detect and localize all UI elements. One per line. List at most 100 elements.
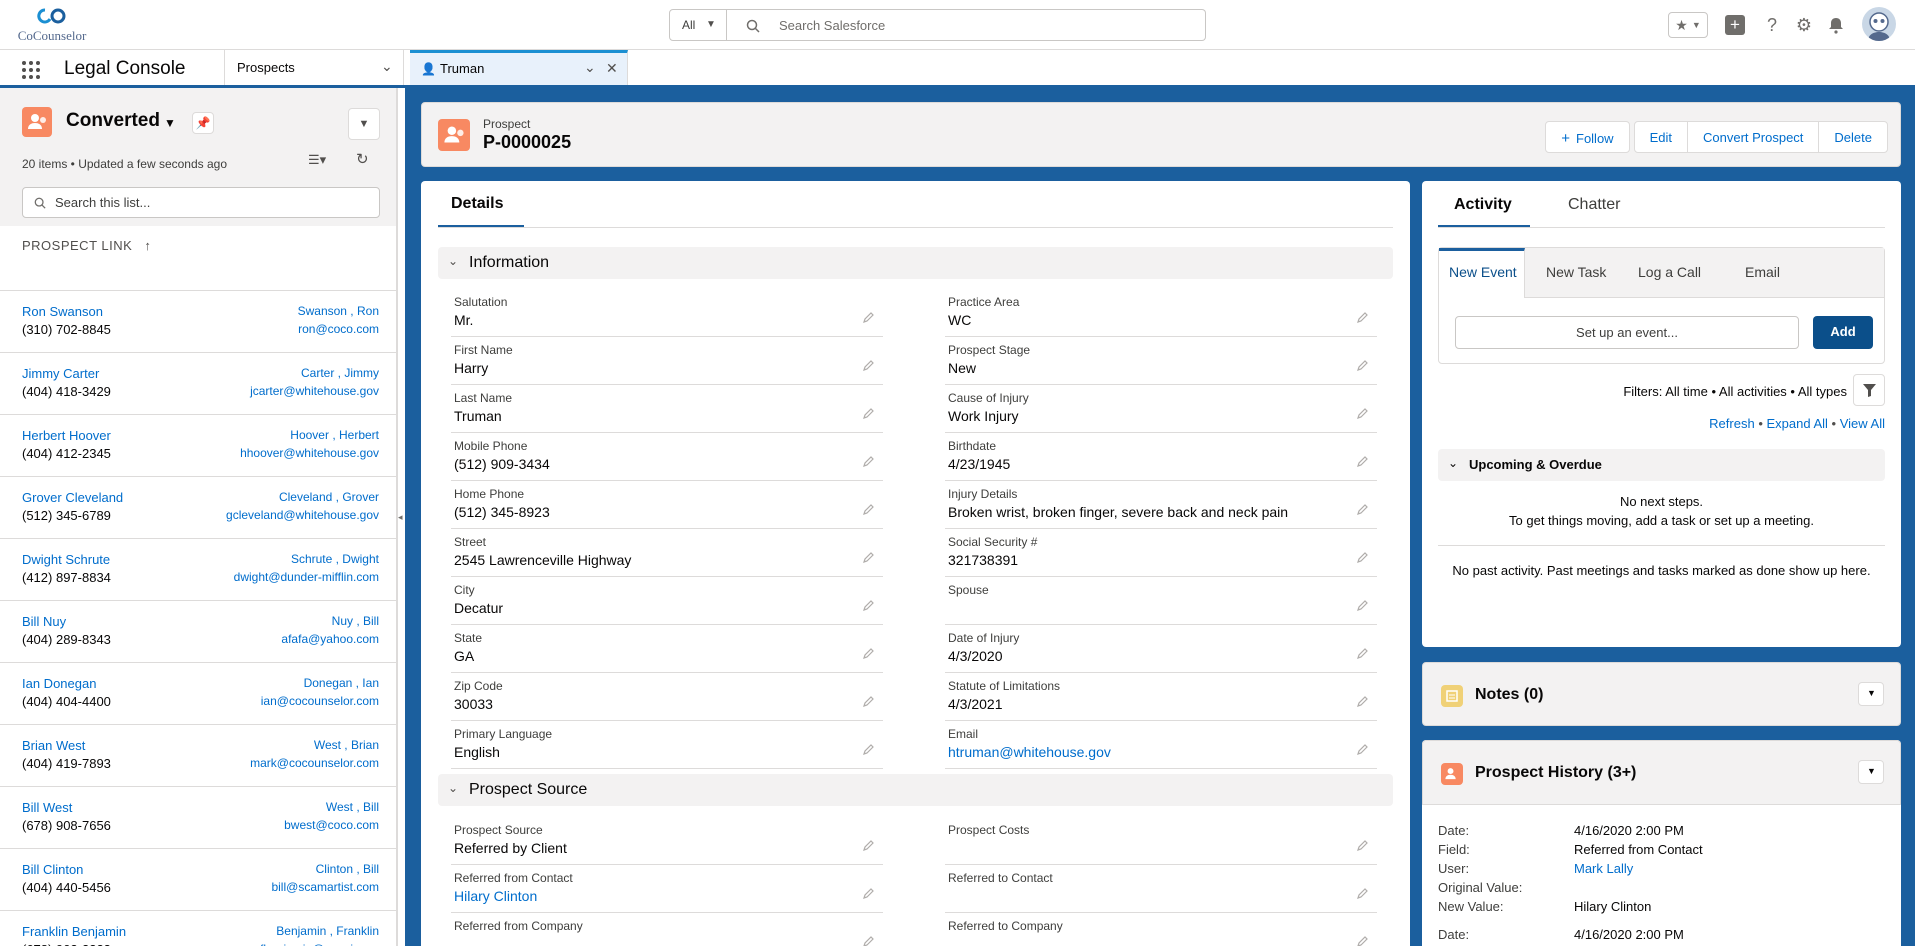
edit-pencil-icon[interactable] [1357,311,1371,325]
edit-pencil-icon[interactable] [863,407,877,421]
follow-button[interactable]: + Follow [1545,121,1630,153]
edit-pencil-icon[interactable] [863,311,877,325]
edit-pencil-icon[interactable] [863,359,877,373]
list-view-title[interactable]: Converted [66,110,160,132]
section-information[interactable]: ⌄ Information [438,247,1393,279]
prospect-last-first-link[interactable]: Swanson , Ron [298,304,379,318]
expand-all-link[interactable]: Expand All [1766,416,1827,431]
favorites-star-icon[interactable]: ★ ▼ [1668,12,1708,38]
delete-button[interactable]: Delete [1818,121,1888,153]
prospect-last-first-link[interactable]: Cleveland , Grover [279,490,379,504]
edit-pencil-icon[interactable] [863,839,877,853]
prospect-name-link[interactable]: Brian West [22,738,85,753]
prospect-last-first-link[interactable]: Schrute , Dwight [291,552,379,566]
view-all-link[interactable]: View All [1840,416,1885,431]
chevron-down-icon[interactable]: ⌄ [381,58,393,75]
prospect-email-link[interactable]: ian@cocounselor.com [261,694,379,708]
list-item[interactable]: Franklin Benjamin (678) 902-2323 Benjamin … [0,910,396,946]
prospect-last-first-link[interactable]: Benjamin , Franklin [276,924,379,938]
notes-title[interactable]: Notes (0) [1475,686,1543,704]
field-value[interactable]: Hilary Clinton [454,888,537,904]
prospect-email-link[interactable]: bwest@coco.com [284,818,379,832]
tab-chevron-down-icon[interactable]: ⌄ [584,59,596,76]
split-view-collapse-handle[interactable]: ◂ [397,88,405,946]
list-item[interactable]: Grover Cleveland (512) 345-6789 Cleveland … [0,476,396,538]
prospect-email-link[interactable]: gcleveland@whitehouse.gov [226,508,379,522]
global-actions-add-icon[interactable]: + [1723,13,1747,37]
convert-prospect-button[interactable]: Convert Prospect [1686,121,1820,153]
prospect-email-link[interactable]: dwight@dunder-mifflin.com [234,570,379,584]
add-event-button[interactable]: Add [1813,316,1873,349]
list-item[interactable]: Herbert Hoover (404) 412-2345 Hoover , Her… [0,414,396,476]
edit-pencil-icon[interactable] [1357,599,1371,613]
prospect-email-link[interactable]: fbenjamin@pepsi.com [260,942,379,946]
prospect-name-link[interactable]: Ron Swanson [22,304,103,319]
display-as-table-icon[interactable]: ☰▾ [308,152,326,168]
list-item[interactable]: Jimmy Carter (404) 418-3429 Carter , Jimmy… [0,352,396,414]
prospect-name-link[interactable]: Bill Nuy [22,614,66,629]
list-item[interactable]: Brian West (404) 419-7893 West , Brian mark… [0,724,396,786]
prospect-last-first-link[interactable]: Carter , Jimmy [301,366,379,380]
edit-pencil-icon[interactable] [863,599,877,613]
edit-pencil-icon[interactable] [1357,359,1371,373]
upcoming-overdue-section[interactable]: ⌄ Upcoming & Overdue [1438,449,1885,481]
edit-pencil-icon[interactable] [1357,455,1371,469]
prospect-last-first-link[interactable]: Hoover , Herbert [290,428,379,442]
tab-activity[interactable]: Activity [1438,181,1530,228]
list-item[interactable]: Bill Nuy (404) 289-8343 Nuy , Bill afafa@ya… [0,600,396,662]
list-item[interactable]: Ron Swanson (310) 702-8845 Swanson , Ron ro… [0,290,396,352]
edit-pencil-icon[interactable] [1357,743,1371,757]
edit-pencil-icon[interactable] [1357,695,1371,709]
list-item[interactable]: Bill Clinton (404) 440-5456 Clinton , Bill… [0,848,396,910]
prospect-name-link[interactable]: Dwight Schrute [22,552,110,567]
user-avatar[interactable] [1862,7,1896,41]
prospect-email-link[interactable]: hhoover@whitehouse.gov [240,446,379,460]
edit-pencil-icon[interactable] [1357,551,1371,565]
global-search-input[interactable]: Search Salesforce [727,9,1206,41]
list-actions-button[interactable]: ▼ [348,108,380,140]
pin-list-button[interactable]: 📌 [192,112,214,134]
edit-pencil-icon[interactable] [1357,935,1371,946]
search-scope-select[interactable]: All ▼ [669,9,727,41]
edit-pencil-icon[interactable] [863,743,877,757]
prospect-last-first-link[interactable]: Nuy , Bill [332,614,379,628]
refresh-icon[interactable]: ↻ [356,150,369,168]
edit-pencil-icon[interactable] [1357,839,1371,853]
edit-pencil-icon[interactable] [863,887,877,901]
prospect-name-link[interactable]: Ian Donegan [22,676,96,691]
tab-chatter[interactable]: Chatter [1568,181,1620,228]
prospect-name-link[interactable]: Bill West [22,800,72,815]
column-header-prospect-link[interactable]: PROSPECT LINK ↑ [22,238,151,253]
edit-pencil-icon[interactable] [863,935,877,946]
setup-gear-icon[interactable]: ⚙ [1792,13,1816,37]
help-icon[interactable]: ? [1760,13,1784,37]
publisher-tab-email[interactable]: Email [1745,264,1780,280]
prospect-email-link[interactable]: afafa@yahoo.com [281,632,379,646]
prospect-email-link[interactable]: ron@coco.com [298,322,379,336]
nav-object-select[interactable]: Prospects ⌄ [224,50,404,85]
prospect-name-link[interactable]: Bill Clinton [22,862,83,877]
list-item[interactable]: Dwight Schrute (412) 897-8834 Schrute , Dw… [0,538,396,600]
tab-close-icon[interactable]: ✕ [606,60,618,77]
prospect-name-link[interactable]: Grover Cleveland [22,490,123,505]
prospect-last-first-link[interactable]: West , Brian [314,738,379,752]
tab-truman[interactable]: 👤 Truman ⌄ ✕ [410,50,628,85]
edit-pencil-icon[interactable] [1357,503,1371,517]
prospect-name-link[interactable]: Franklin Benjamin [22,924,126,939]
prospect-last-first-link[interactable]: West , Bill [326,800,379,814]
list-item[interactable]: Ian Donegan (404) 404-4400 Donegan , Ian ia… [0,662,396,724]
section-prospect-source[interactable]: ⌄ Prospect Source [438,774,1393,806]
edit-pencil-icon[interactable] [863,647,877,661]
notes-menu-button[interactable]: ▼ [1858,682,1884,706]
field-value[interactable]: htruman@whitehouse.gov [948,744,1111,760]
edit-button[interactable]: Edit [1633,121,1688,153]
event-subject-input[interactable]: Set up an event... [1455,316,1799,349]
edit-pencil-icon[interactable] [863,695,877,709]
prospect-email-link[interactable]: bill@scamartist.com [271,880,379,894]
prospect-email-link[interactable]: mark@cocounselor.com [250,756,379,770]
history-user-link[interactable]: Mark Lally [1574,861,1633,876]
notifications-bell-icon[interactable] [1824,13,1848,37]
prospect-email-link[interactable]: jcarter@whitehouse.gov [250,384,379,398]
app-launcher-waffle-icon[interactable] [21,60,41,80]
list-search-input[interactable]: Search this list... [22,187,380,218]
